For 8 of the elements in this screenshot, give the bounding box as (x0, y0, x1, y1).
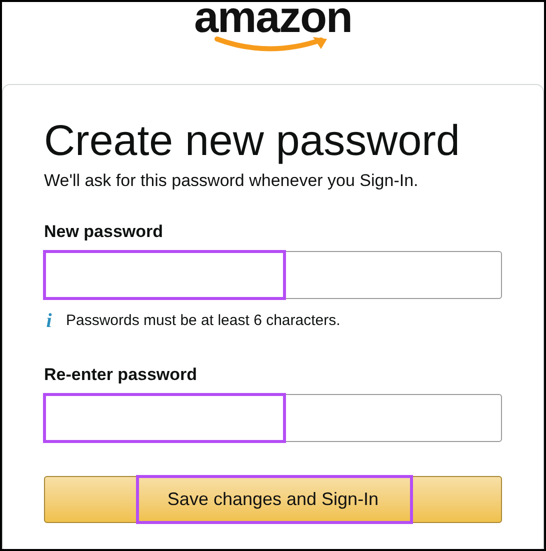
logo-text: amazon (194, 2, 352, 40)
field-label: New password (44, 221, 164, 243)
field-label: Re-enter password (44, 364, 198, 386)
hint-text: Passwords must be at least 6 characters. (66, 311, 340, 331)
save-button[interactable]: Save changes and Sign-In (44, 476, 502, 522)
page-title: Create new password (44, 116, 461, 167)
info-icon: i (44, 311, 54, 332)
subtitle: We'll ask for this password whenever you Sign-In. (44, 170, 420, 192)
